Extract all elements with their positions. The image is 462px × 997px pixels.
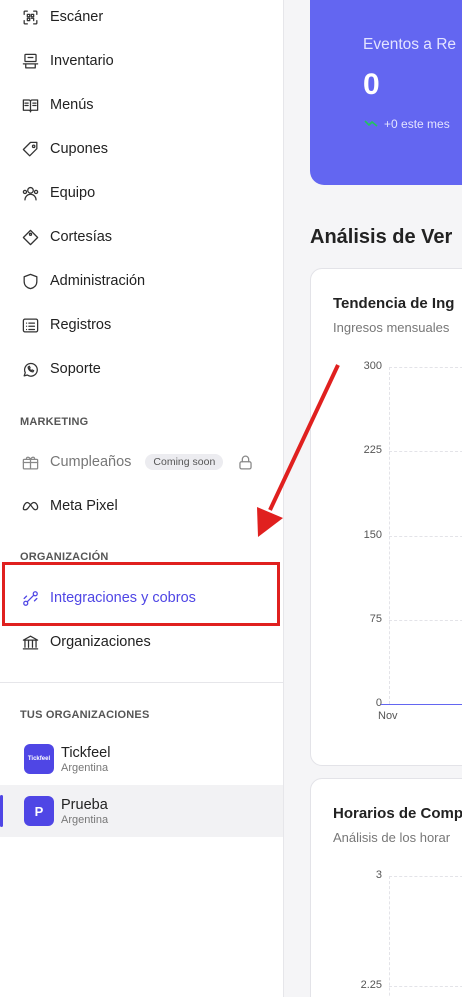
list-icon xyxy=(20,315,40,335)
sidebar-item-organizations[interactable]: Organizaciones xyxy=(20,630,151,654)
org-name: Tickfeel xyxy=(61,744,111,761)
grid-line xyxy=(389,367,390,704)
sidebar-item-label: Organizaciones xyxy=(50,634,151,650)
chart-title: Horarios de Comp xyxy=(333,805,462,822)
avatar: P xyxy=(24,796,54,826)
y-tick-label: 225 xyxy=(363,444,382,457)
divider xyxy=(0,682,283,683)
sidebar-item-label: Equipo xyxy=(50,185,96,201)
coming-soon-badge: Coming soon xyxy=(145,454,224,470)
bank-icon xyxy=(20,632,40,652)
section-label-your-orgs: TUS ORGANIZACIONES xyxy=(20,709,150,721)
sidebar-item-label: Meta Pixel xyxy=(50,498,118,514)
sidebar: Escáner Inventario Menús Cupones Equipo … xyxy=(0,0,284,997)
org-item-prueba[interactable]: P Prueba Argentina xyxy=(0,785,283,837)
chart-title: Tendencia de Ing xyxy=(333,295,455,312)
users-icon xyxy=(20,183,40,203)
chart-card-revenue: Tendencia de Ing Ingresos mensuales 300 2… xyxy=(310,268,462,766)
shield-icon xyxy=(20,271,40,291)
chart-subtitle: Análisis de los horar xyxy=(333,830,451,845)
lock-icon xyxy=(235,452,255,472)
sidebar-item-label: Escáner xyxy=(50,9,104,25)
selection-indicator xyxy=(0,795,3,827)
chart-subtitle: Ingresos mensuales xyxy=(333,320,450,335)
org-country: Argentina xyxy=(61,761,109,774)
org-name: Prueba xyxy=(61,796,108,813)
sidebar-item-inventory[interactable]: Inventario xyxy=(20,49,114,73)
sidebar-item-admin[interactable]: Administración xyxy=(20,269,145,293)
ticket-icon xyxy=(20,139,40,159)
stat-title: Eventos a Re xyxy=(363,36,457,53)
grid-line xyxy=(389,535,462,537)
sidebar-item-courtesies[interactable]: Cortesías xyxy=(20,225,112,249)
main-content: Eventos a Re 0 +0 este mes Análisis de V… xyxy=(284,0,462,997)
inventory-icon xyxy=(20,51,40,71)
sidebar-item-meta-pixel[interactable]: Meta Pixel xyxy=(20,494,118,518)
y-tick-label: 300 xyxy=(363,360,382,372)
sidebar-item-label: Inventario xyxy=(50,53,114,69)
stat-value: 0 xyxy=(363,68,380,101)
sidebar-item-label: Administración xyxy=(50,273,146,289)
grid-line xyxy=(389,367,462,368)
whatsapp-icon xyxy=(20,359,40,379)
sidebar-item-team[interactable]: Equipo xyxy=(20,181,95,205)
stat-change: +0 este mes xyxy=(384,117,450,131)
sidebar-item-logs[interactable]: Registros xyxy=(20,313,111,337)
sidebar-item-birthdays[interactable]: Cumpleaños Coming soon xyxy=(20,450,265,474)
meta-icon xyxy=(20,496,40,516)
sidebar-item-support[interactable]: Soporte xyxy=(20,357,101,381)
avatar: Tickfeel xyxy=(24,744,54,774)
tag-icon xyxy=(20,227,40,247)
gift-icon xyxy=(20,452,40,472)
trend-icon xyxy=(364,120,378,127)
y-tick-label: 150 xyxy=(363,528,382,541)
sidebar-item-label: Menús xyxy=(50,97,94,113)
org-item-tickfeel[interactable]: Tickfeel Tickfeel Argentina xyxy=(0,733,283,785)
sidebar-item-label: Soporte xyxy=(50,361,101,377)
scanner-icon xyxy=(20,7,40,27)
org-country: Argentina xyxy=(61,813,109,826)
highlight-box xyxy=(2,562,280,626)
chart-card-hours: Horarios de Comp Análisis de los horar 3… xyxy=(310,778,462,997)
y-tick-label: 0 xyxy=(375,697,382,709)
sidebar-item-label: Registros xyxy=(50,317,112,333)
grid-line xyxy=(389,619,462,621)
grid-line xyxy=(389,876,462,877)
grid-line xyxy=(389,451,462,453)
section-label-marketing: MARKETING xyxy=(20,416,89,428)
stat-card xyxy=(310,0,462,185)
series-line xyxy=(381,704,462,705)
sidebar-item-scanner[interactable]: Escáner xyxy=(20,5,103,29)
book-icon xyxy=(20,95,40,115)
sidebar-item-label: Cortesías xyxy=(50,229,113,245)
y-tick-label: 75 xyxy=(369,612,382,625)
y-tick-label: 3 xyxy=(375,869,382,881)
sidebar-item-label: Cumpleaños xyxy=(50,454,132,470)
x-tick-label: Nov xyxy=(378,710,398,722)
grid-line xyxy=(389,876,390,997)
grid-line xyxy=(389,986,462,987)
sidebar-item-label: Cupones xyxy=(50,141,109,157)
section-title: Análisis de Ver xyxy=(310,226,453,248)
sidebar-item-menus[interactable]: Menús xyxy=(20,93,94,117)
y-tick-label: 2.25 xyxy=(360,979,382,991)
sidebar-item-coupons[interactable]: Cupones xyxy=(20,137,108,161)
